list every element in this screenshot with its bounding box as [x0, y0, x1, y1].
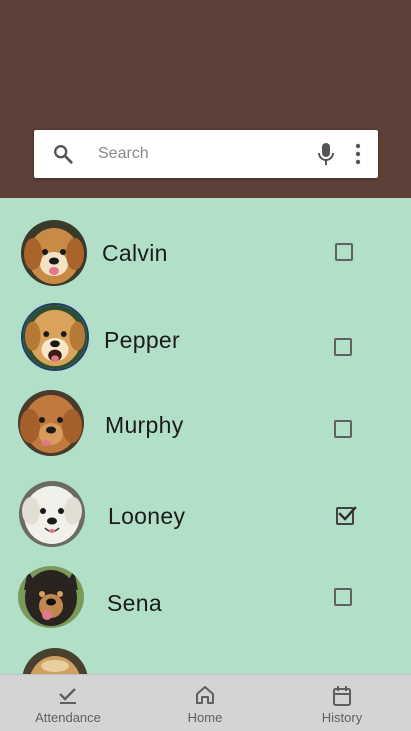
- dog-name: Calvin: [102, 240, 168, 266]
- attendance-checkbox[interactable]: [334, 588, 352, 606]
- dog-name: Murphy: [105, 412, 184, 438]
- dog-list: Calvin Pepper Murphy Looney Sena: [0, 198, 411, 674]
- attendance-checkbox[interactable]: [334, 338, 352, 356]
- microphone-icon[interactable]: [316, 142, 336, 166]
- avatar: [22, 648, 88, 674]
- nav-attendance[interactable]: Attendance: [30, 675, 106, 731]
- search-icon[interactable]: [52, 143, 74, 165]
- attendance-checkbox[interactable]: [335, 243, 353, 261]
- home-icon: [196, 686, 214, 704]
- bottom-navigation: Attendance Home History: [0, 674, 411, 731]
- nav-label: Attendance: [35, 710, 101, 725]
- avatar: [19, 481, 85, 547]
- nav-label: History: [321, 710, 363, 725]
- dog-name: Sena: [107, 590, 162, 616]
- dog-name: Looney: [108, 503, 186, 529]
- dog-name: Pepper: [104, 327, 180, 353]
- checkmark-icon: [338, 506, 357, 521]
- nav-home[interactable]: Home: [176, 675, 234, 731]
- list-item[interactable]: Looney: [0, 481, 411, 561]
- attendance-checkbox[interactable]: [334, 420, 352, 438]
- list-item[interactable]: Pepper: [0, 302, 411, 382]
- more-options-icon[interactable]: [350, 142, 366, 166]
- attendance-checkbox[interactable]: [336, 506, 357, 525]
- app-header: [0, 0, 411, 198]
- list-item[interactable]: Sena: [0, 566, 411, 646]
- app-screen: Calvin Pepper: [0, 0, 411, 731]
- avatar: [18, 390, 84, 456]
- list-item[interactable]: Calvin: [0, 218, 411, 298]
- list-item[interactable]: [0, 648, 411, 674]
- calendar-icon: [333, 686, 351, 706]
- nav-history[interactable]: History: [314, 675, 370, 731]
- avatar: [21, 303, 89, 371]
- nav-label: Home: [187, 710, 223, 725]
- avatar: [21, 220, 87, 286]
- list-item[interactable]: Murphy: [0, 390, 411, 470]
- check-icon: [59, 688, 76, 704]
- search-bar[interactable]: [34, 130, 378, 178]
- avatar: [18, 566, 84, 628]
- search-input[interactable]: [98, 140, 298, 168]
